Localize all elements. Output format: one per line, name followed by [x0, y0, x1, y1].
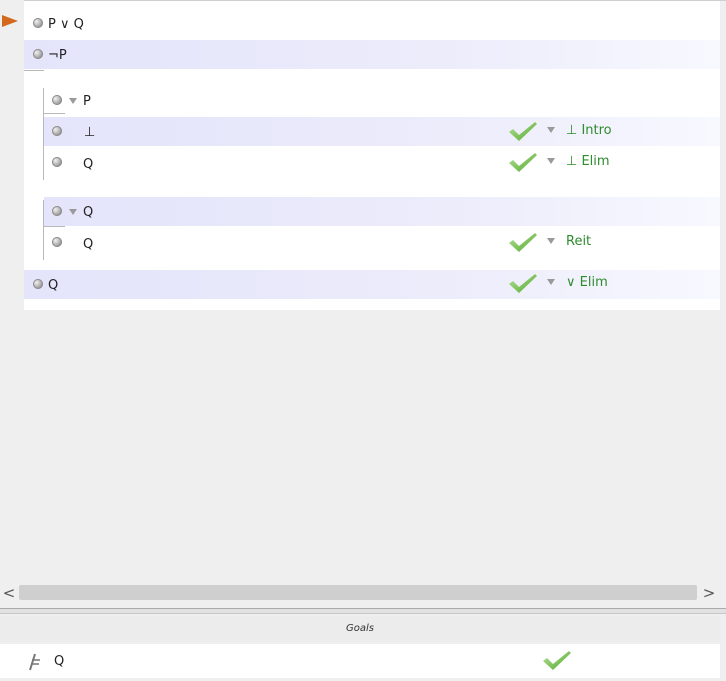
subproof-fitch-bar — [43, 113, 65, 114]
valid-check-icon — [509, 153, 537, 172]
turnstile-icon — [29, 653, 40, 671]
goals-header: Goals — [0, 616, 720, 642]
rule-label[interactable]: ⊥ Elim — [566, 154, 610, 169]
current-step-pointer-icon — [2, 15, 18, 27]
row-highlight — [24, 40, 720, 69]
premise-formula[interactable]: P ∨ Q — [48, 17, 84, 32]
row-highlight — [24, 270, 720, 299]
assumption-formula[interactable]: P — [83, 94, 91, 109]
step-bullet-icon[interactable] — [33, 279, 43, 289]
step-bullet-icon[interactable] — [33, 49, 43, 59]
scroll-left-button[interactable]: < — [0, 583, 18, 603]
subproof-scope-line — [43, 200, 44, 260]
assumption-formula[interactable]: Q — [83, 205, 93, 220]
row-highlight — [44, 117, 720, 146]
step-bullet-icon[interactable] — [33, 18, 43, 28]
conclusion-formula[interactable]: Q — [48, 278, 58, 293]
step-bullet-icon[interactable] — [52, 95, 62, 105]
rule-label[interactable]: ⊥ Intro — [566, 123, 612, 138]
subproof-fitch-bar — [43, 226, 65, 227]
valid-check-icon — [509, 274, 537, 293]
subproof-scope-line — [43, 88, 44, 180]
scroll-thumb[interactable] — [19, 585, 697, 600]
step-bullet-icon[interactable] — [52, 126, 62, 136]
goal-row[interactable]: Q — [0, 644, 720, 678]
step-formula[interactable]: ⊥ — [84, 125, 95, 140]
premise-fitch-bar — [24, 70, 44, 71]
rule-menu-triangle-icon[interactable] — [547, 158, 555, 164]
rule-label[interactable]: Reit — [566, 234, 591, 249]
horizontal-scrollbar[interactable]: < > — [0, 582, 726, 604]
proof-border — [24, 0, 726, 1]
rule-menu-triangle-icon[interactable] — [547, 127, 555, 133]
goal-formula[interactable]: Q — [54, 654, 64, 669]
split-pane-divider[interactable] — [0, 608, 726, 614]
rule-label[interactable]: ∨ Elim — [566, 275, 608, 290]
goal-satisfied-check-icon — [543, 651, 571, 670]
rule-menu-triangle-icon[interactable] — [547, 279, 555, 285]
valid-check-icon — [509, 122, 537, 141]
scroll-right-button[interactable]: > — [700, 583, 718, 603]
step-formula[interactable]: Q — [83, 157, 93, 172]
row-highlight — [44, 197, 720, 226]
collapse-triangle-icon[interactable] — [69, 209, 77, 215]
valid-check-icon — [509, 233, 537, 252]
step-bullet-icon[interactable] — [52, 237, 62, 247]
step-bullet-icon[interactable] — [52, 157, 62, 167]
premise-formula[interactable]: ¬P — [48, 48, 67, 63]
step-formula[interactable]: Q — [83, 237, 93, 252]
rule-menu-triangle-icon[interactable] — [547, 238, 555, 244]
step-bullet-icon[interactable] — [52, 206, 62, 216]
collapse-triangle-icon[interactable] — [69, 98, 77, 104]
